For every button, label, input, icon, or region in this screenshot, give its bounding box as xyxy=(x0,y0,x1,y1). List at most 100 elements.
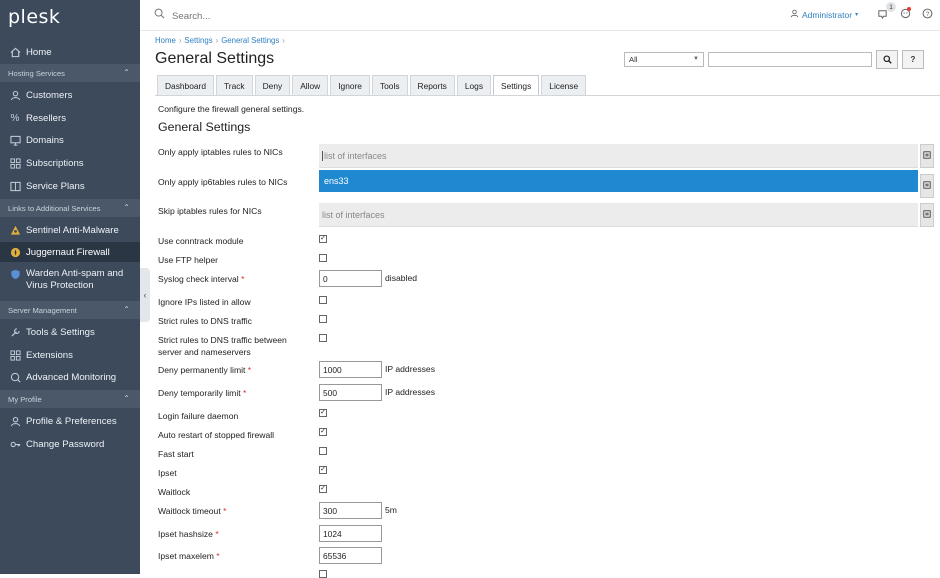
sidebar-item-service-plans[interactable]: Service Plans xyxy=(0,176,140,196)
plesk-logo[interactable]: plesk xyxy=(8,6,60,28)
search-button[interactable] xyxy=(876,50,898,69)
sidebar-item-subscriptions[interactable]: Subscriptions xyxy=(0,153,140,173)
sidebar-item-label: Change Password xyxy=(26,438,105,450)
user-menu[interactable]: Administrator ▾ xyxy=(790,9,858,20)
home-icon xyxy=(7,47,23,58)
conntrack-label: Use conntrack module xyxy=(158,236,244,246)
help-icon[interactable]: ? xyxy=(922,8,933,22)
deny-perm-label: Deny permanently limit * xyxy=(158,364,308,376)
sidebar-item-profile-preferences[interactable]: Profile & Preferences xyxy=(0,411,140,431)
label-text: Syslog check interval xyxy=(158,274,239,284)
deny-temp-unit: IP addresses xyxy=(385,387,436,397)
user-icon xyxy=(7,416,23,427)
global-search-input[interactable] xyxy=(170,7,374,25)
breadcrumb: Home › Settings › General Settings › xyxy=(155,36,285,45)
sidebar-item-tools-settings[interactable]: Tools & Settings xyxy=(0,322,140,342)
skip-nics-input[interactable]: list of interfaces xyxy=(319,203,918,227)
sidebar-section-hosting[interactable]: Hosting Services ⌃ xyxy=(0,64,140,82)
sidebar-item-home[interactable]: Home xyxy=(0,42,140,62)
label-text: Deny permanently limit xyxy=(158,365,246,375)
ipset-maxelem-input[interactable]: 65536 xyxy=(319,547,382,564)
syslog-label: Syslog check interval * xyxy=(158,273,308,285)
next-row-checkbox[interactable] xyxy=(319,570,327,578)
strict-dns-checkbox[interactable] xyxy=(319,315,327,323)
required-mark: * xyxy=(223,506,227,516)
sidebar-collapse-handle[interactable]: ‹ xyxy=(140,268,150,322)
section-label: Server Management xyxy=(8,305,77,315)
sidebar-item-label: Domains xyxy=(26,134,64,146)
sidebar-item-label: Home xyxy=(26,46,52,58)
chevron-left-icon: ‹ xyxy=(143,290,147,300)
required-mark: * xyxy=(215,529,219,539)
svg-text:?: ? xyxy=(926,11,930,18)
skip-nics-picker-button[interactable] xyxy=(920,203,934,227)
strict-dns-ns-checkbox[interactable] xyxy=(319,334,327,342)
required-mark: * xyxy=(241,274,245,284)
waitlock-label: Waitlock xyxy=(158,487,191,497)
sidebar-item-label: Juggernaut Firewall xyxy=(26,246,110,258)
ip6tables-nics-picker-button[interactable] xyxy=(920,174,934,198)
tab-logs[interactable]: Logs xyxy=(456,75,492,95)
chevron-up-icon: ⌃ xyxy=(123,68,130,77)
sidebar-item-resellers[interactable]: % Resellers xyxy=(0,108,140,128)
filter-search-input[interactable] xyxy=(708,52,872,67)
sidebar-item-sentinel[interactable]: Sentinel Anti-Malware xyxy=(0,220,140,240)
login-daemon-checkbox[interactable]: ✓ xyxy=(319,409,327,417)
waitlock-timeout-input[interactable]: 300 xyxy=(319,502,382,519)
tab-deny[interactable]: Deny xyxy=(254,75,291,95)
auto-restart-label: Auto restart of stopped firewall xyxy=(158,430,275,440)
auto-restart-checkbox[interactable]: ✓ xyxy=(319,428,327,436)
tab-dashboard[interactable]: Dashboard xyxy=(157,75,214,95)
tab-settings[interactable]: Settings xyxy=(493,75,540,96)
iptables-nics-input[interactable]: list of interfaces xyxy=(319,144,918,168)
sidebar-section-profile[interactable]: My Profile ⌃ xyxy=(0,390,140,408)
chevron-down-icon: ▼ xyxy=(693,56,699,62)
ignore-ips-label: Ignore IPs listed in allow xyxy=(158,297,251,307)
percent-icon: % xyxy=(10,112,20,124)
ipset-checkbox[interactable]: ✓ xyxy=(319,466,327,474)
sidebar-section-links[interactable]: Links to Additional Services ⌃ xyxy=(0,199,140,217)
deny-temp-input[interactable]: 500 xyxy=(319,384,382,401)
sidebar-section-server[interactable]: Server Management ⌃ xyxy=(0,301,140,319)
sidebar-item-warden[interactable]: Warden Anti-spam and Virus Protection xyxy=(0,268,140,296)
search-icon xyxy=(882,55,892,64)
required-mark: * xyxy=(216,551,220,561)
label-text: Waitlock timeout xyxy=(158,506,221,516)
label-line: Warden Anti-spam and xyxy=(26,268,124,279)
breadcrumb-separator: › xyxy=(215,36,219,45)
help-button[interactable]: ? xyxy=(902,50,924,69)
tab-reports[interactable]: Reports xyxy=(409,75,455,95)
tab-tools[interactable]: Tools xyxy=(371,75,408,95)
tab-license[interactable]: License xyxy=(541,75,587,95)
iptables-nics-picker-button[interactable] xyxy=(920,144,934,168)
required-mark: * xyxy=(247,365,252,375)
tab-allow[interactable]: Allow xyxy=(292,75,329,95)
ipset-hashsize-input[interactable]: 1024 xyxy=(319,525,382,542)
label-text: Ipset hashsize xyxy=(158,529,213,539)
breadcrumb-home[interactable]: Home xyxy=(155,36,176,45)
sidebar-item-juggernaut[interactable]: Juggernaut Firewall xyxy=(0,242,140,262)
ignore-ips-checkbox[interactable] xyxy=(319,296,327,304)
syslog-interval-input[interactable]: 0 xyxy=(319,270,382,287)
sidebar-item-label: Tools & Settings xyxy=(26,326,95,338)
fast-start-checkbox[interactable] xyxy=(319,447,327,455)
label-text: Deny temporarily limit xyxy=(158,388,241,398)
sidebar-item-customers[interactable]: Customers xyxy=(0,85,140,105)
sidebar-item-domains[interactable]: Domains xyxy=(0,130,140,150)
conntrack-checkbox[interactable]: ✓ xyxy=(319,235,327,243)
label-line: Strict rules to DNS traffic between xyxy=(158,335,287,345)
waitlock-checkbox[interactable]: ✓ xyxy=(319,485,327,493)
breadcrumb-general-settings[interactable]: General Settings xyxy=(221,36,279,45)
sidebar-item-extensions[interactable]: Extensions xyxy=(0,345,140,365)
sidebar-item-change-password[interactable]: Change Password xyxy=(0,434,140,454)
deny-perm-input[interactable]: 1000 xyxy=(319,361,382,378)
sidebar-item-advanced-monitoring[interactable]: Advanced Monitoring xyxy=(0,367,140,387)
tab-ignore[interactable]: Ignore xyxy=(330,75,370,95)
ftp-helper-checkbox[interactable] xyxy=(319,254,327,262)
monitor-icon xyxy=(7,135,23,146)
tab-track[interactable]: Track xyxy=(215,75,253,95)
ip6tables-nics-input[interactable]: ens33 xyxy=(319,170,918,192)
wrench-icon xyxy=(7,327,23,338)
filter-select[interactable]: All ▼ xyxy=(624,52,704,67)
breadcrumb-settings[interactable]: Settings xyxy=(184,36,212,45)
